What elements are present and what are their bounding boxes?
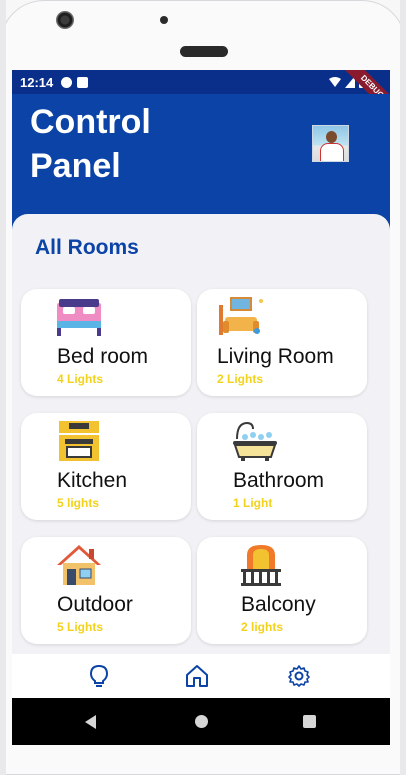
nav-settings[interactable] (285, 662, 313, 690)
bottom-navigation (12, 654, 390, 698)
user-avatar[interactable] (312, 125, 349, 162)
avatar-body (320, 143, 344, 161)
room-light-count: 4 Lights (57, 372, 104, 386)
gear-icon (288, 665, 310, 687)
status-time: 12:14 (20, 74, 54, 90)
room-name: Outdoor (57, 593, 133, 616)
status-bar: 12:14 DEBUG (12, 70, 390, 121)
room-card-bathroom[interactable]: Bathroom 1 Light (197, 413, 367, 520)
kitchen-icon (59, 421, 99, 461)
room-light-count: 2 lights (241, 620, 284, 634)
room-light-count: 5 lights (57, 496, 100, 510)
nav-lights[interactable] (85, 662, 113, 690)
room-name: Kitchen (57, 469, 128, 492)
status-notification-icons (61, 76, 89, 88)
proximity-sensor (160, 16, 168, 24)
app-screen: 12:14 DEBUG Control Panel All Rooms Bed … (12, 70, 390, 745)
wifi-icon (329, 77, 341, 87)
room-light-count: 5 Lights (57, 620, 104, 634)
section-title: All Rooms (35, 236, 139, 259)
sofa-icon (219, 297, 263, 335)
phone-edge-left (0, 0, 6, 775)
back-icon[interactable] (85, 715, 96, 729)
room-name: Balcony (241, 593, 316, 616)
room-card-living-room[interactable]: Living Room 2 Lights (197, 289, 367, 396)
lightbulb-icon (89, 664, 109, 687)
room-card-bedroom[interactable]: Bed room 4 Lights (21, 289, 191, 396)
avatar-head (326, 131, 337, 143)
room-name: Living Room (217, 345, 334, 368)
phone-edge-right (400, 0, 406, 775)
earpiece-speaker (180, 46, 228, 57)
bed-icon (57, 299, 101, 336)
rooms-panel: All Rooms Bed room 4 Lights Living Room … (12, 214, 390, 654)
recent-apps-icon[interactable] (303, 715, 316, 728)
phone-frame: 12:14 DEBUG Control Panel All Rooms Bed … (0, 0, 406, 775)
room-card-outdoor[interactable]: Outdoor 5 Lights (21, 537, 191, 644)
room-light-count: 2 Lights (217, 372, 264, 386)
house-icon (57, 545, 101, 585)
sim-card-icon (77, 76, 89, 88)
room-card-balcony[interactable]: Balcony 2 lights (197, 537, 367, 644)
home-button-icon[interactable] (195, 715, 208, 728)
notification-icon (61, 76, 73, 88)
page-title: Control Panel (30, 103, 151, 185)
balcony-icon (241, 545, 281, 586)
bathtub-icon (233, 421, 277, 461)
room-light-count: 1 Light (233, 496, 273, 510)
nav-home[interactable] (183, 662, 211, 690)
home-icon (186, 665, 208, 687)
app-header: Control Panel (12, 94, 390, 230)
system-navigation-bar (12, 698, 390, 745)
front-camera (56, 11, 74, 29)
room-name: Bed room (57, 345, 149, 368)
room-card-kitchen[interactable]: Kitchen 5 lights (21, 413, 191, 520)
room-name: Bathroom (233, 469, 325, 492)
